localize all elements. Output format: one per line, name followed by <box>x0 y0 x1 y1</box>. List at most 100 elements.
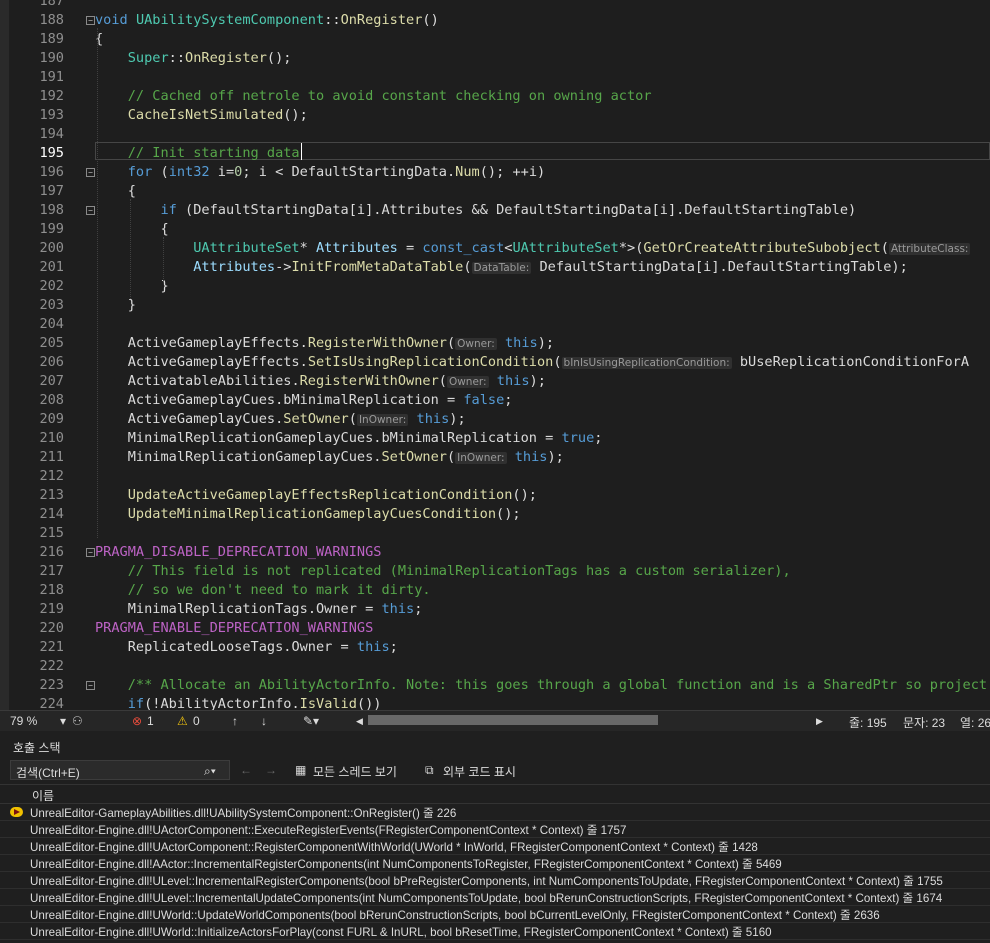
frame-label: UnrealEditor-Engine.dll!ULevel::Incremen… <box>30 892 943 905</box>
code-editor[interactable]: 187188− void UAbilitySystemComponent::OnR… <box>0 0 990 710</box>
call-stack-frame[interactable]: UnrealEditor-Engine.dll!ULevel::Incremen… <box>0 872 990 889</box>
code-line[interactable]: 206 ActiveGameplayEffects.SetIsUsingRepl… <box>0 353 990 372</box>
search-icon[interactable]: ⌕▾ <box>204 764 216 779</box>
code-line[interactable]: 214 UpdateMinimalReplicationGameplayCues… <box>0 505 990 524</box>
code-line[interactable]: 218 // so we don't need to mark it dirty… <box>0 581 990 600</box>
code-line[interactable]: 192 // Cached off netrole to avoid const… <box>0 87 990 106</box>
line-number: 211 <box>39 449 64 465</box>
code-line[interactable]: 204 <box>0 315 990 334</box>
search-input[interactable]: 검색(Ctrl+E) ⌕▾ <box>10 760 230 780</box>
warning-icon[interactable]: ⚠ <box>177 714 188 728</box>
code-line[interactable]: 195 // Init starting data <box>0 144 990 163</box>
zoom-dropdown-icon[interactable]: ▾ <box>60 714 66 728</box>
code-line[interactable]: 203 } <box>0 296 990 315</box>
line-number: 216 <box>39 544 64 560</box>
code-text: ActiveGameplayCues.bMinimalReplication =… <box>127 392 513 408</box>
editor-status-bar: 79 % ▾ ⚇ ⊗ 1 ⚠ 0 ↑ ↓ ✎▾ ◀ ▶ 줄: 195 문자: 2… <box>0 710 990 731</box>
line-number: 214 <box>39 506 64 522</box>
call-stack-panel: 호출 스택 검색(Ctrl+E) ⌕▾ ← → ▦ 모든 스레드 보기 ⧉ 외부… <box>0 731 990 943</box>
column-header[interactable]: 이름 <box>0 784 990 804</box>
code-line[interactable]: 198 − if (DefaultStartingData[i].Attribut… <box>0 201 990 220</box>
code-cleanup-icon[interactable]: ✎▾ <box>303 714 319 728</box>
line-number: 215 <box>39 525 64 541</box>
copilot-icon[interactable]: ⚇ <box>72 714 83 728</box>
code-line[interactable]: 213 UpdateActiveGameplayEffectsReplicati… <box>0 486 990 505</box>
code-line[interactable]: 188 − void UAbilitySystemComponent::OnRegi… <box>0 11 990 30</box>
code-line[interactable]: 208 ActiveGameplayCues.bMinimalReplicati… <box>0 391 990 410</box>
code-line[interactable]: 219 MinimalReplicationTags.Owner = this; <box>0 600 990 619</box>
fold-toggle-icon[interactable]: − <box>86 681 95 690</box>
line-number: 187 <box>39 0 64 9</box>
horizontal-scrollbar-thumb[interactable] <box>368 715 658 725</box>
current-frame-arrow-icon <box>10 807 23 817</box>
frame-label: UnrealEditor-Engine.dll!AActor::Incremen… <box>30 858 782 871</box>
code-line[interactable]: 191 <box>0 68 990 87</box>
show-all-threads-button[interactable]: 모든 스레드 보기 <box>313 763 397 780</box>
fold-toggle-icon[interactable]: − <box>86 168 95 177</box>
code-line[interactable]: 212 <box>0 467 990 486</box>
line-number: 203 <box>39 297 64 313</box>
code-line[interactable]: 224 if(!AbilityActorInfo.IsValid()) <box>0 695 990 710</box>
code-text: ActivatableAbilities.RegisterWithOwner(O… <box>127 373 546 389</box>
code-text: for (int32 i=0; i < DefaultStartingData.… <box>127 164 546 180</box>
code-line[interactable]: 220 PRAGMA_ENABLE_DEPRECATION_WARNINGS <box>0 619 990 638</box>
call-stack-frame[interactable]: UnrealEditor-Engine.dll!ULevel::Incremen… <box>0 889 990 906</box>
previous-issue-icon[interactable]: ↑ <box>232 714 238 728</box>
code-line[interactable]: 202 } <box>0 277 990 296</box>
next-issue-icon[interactable]: ↓ <box>261 714 267 728</box>
scroll-right-icon[interactable]: ▶ <box>816 716 823 727</box>
line-number: 196 <box>39 164 64 180</box>
line-number: 207 <box>39 373 64 389</box>
code-line[interactable]: 210 MinimalReplicationGameplayCues.bMini… <box>0 429 990 448</box>
fold-toggle-icon[interactable]: − <box>86 206 95 215</box>
code-line[interactable]: 200 UAttributeSet* Attributes = const_ca… <box>0 239 990 258</box>
fold-toggle-icon[interactable]: − <box>86 16 95 25</box>
code-line[interactable]: 207 ActivatableAbilities.RegisterWithOwn… <box>0 372 990 391</box>
code-line[interactable]: 197 { <box>0 182 990 201</box>
code-line[interactable]: 196 − for (int32 i=0; i < DefaultStarting… <box>0 163 990 182</box>
call-stack-frame[interactable]: UnrealEditor-Engine.dll!UActorComponent:… <box>0 821 990 838</box>
line-indicator[interactable]: 줄: 195 <box>849 714 887 731</box>
code-line[interactable]: 217 // This field is not replicated (Min… <box>0 562 990 581</box>
code-line[interactable]: 189{ <box>0 30 990 49</box>
fold-toggle-icon[interactable]: − <box>86 548 95 557</box>
code-line[interactable]: 211 MinimalReplicationGameplayCues.SetOw… <box>0 448 990 467</box>
call-stack-frame[interactable]: UnrealEditor-Engine.dll!AActor::Incremen… <box>0 855 990 872</box>
code-line[interactable]: 205 ActiveGameplayEffects.RegisterWithOw… <box>0 334 990 353</box>
frame-label: UnrealEditor-Engine.dll!UActorComponent:… <box>30 841 758 854</box>
back-icon[interactable]: ← <box>240 763 252 777</box>
code-line[interactable]: 216 − PRAGMA_DISABLE_DEPRECATION_WARNINGS <box>0 543 990 562</box>
code-text: CacheIsNetSimulated(); <box>127 107 308 123</box>
code-line[interactable]: 199 { <box>0 220 990 239</box>
call-stack-frame[interactable]: UnrealEditor-Engine.dll!UWorld::Initiali… <box>0 923 990 940</box>
line-number: 198 <box>39 202 64 218</box>
call-stack-frame[interactable]: UnrealEditor-Engine.dll!UWorld::UpdateWo… <box>0 906 990 923</box>
code-line[interactable]: 222 <box>0 657 990 676</box>
zoom-level[interactable]: 79 % <box>10 714 37 728</box>
code-text: PRAGMA_ENABLE_DEPRECATION_WARNINGS <box>95 620 374 636</box>
show-external-code-button[interactable]: 외부 코드 표시 <box>443 763 516 780</box>
code-text: { <box>95 221 169 237</box>
code-line[interactable]: 190 Super::OnRegister(); <box>0 49 990 68</box>
char-indicator[interactable]: 문자: 23 <box>903 714 945 731</box>
code-line[interactable]: 209 ActiveGameplayCues.SetOwner(InOwner:… <box>0 410 990 429</box>
line-number: 200 <box>39 240 64 256</box>
forward-icon[interactable]: → <box>265 763 277 777</box>
line-number: 224 <box>39 696 64 710</box>
line-number: 219 <box>39 601 64 617</box>
code-line[interactable]: 215 <box>0 524 990 543</box>
code-text: UAttributeSet* Attributes = const_cast<U… <box>193 240 971 256</box>
call-stack-frame[interactable]: UnrealEditor-GameplayAbilities.dll!UAbil… <box>0 804 990 821</box>
text-caret <box>301 143 302 160</box>
code-line[interactable]: 223 − /** Allocate an AbilityActorInfo. N… <box>0 676 990 695</box>
scroll-left-icon[interactable]: ◀ <box>356 716 363 727</box>
code-line[interactable]: 193 CacheIsNetSimulated(); <box>0 106 990 125</box>
call-stack-frame[interactable]: UnrealEditor-Engine.dll!UActorComponent:… <box>0 838 990 855</box>
col-indicator[interactable]: 열: 26 <box>960 714 990 731</box>
search-placeholder: 검색(Ctrl+E) <box>16 766 80 780</box>
code-line[interactable]: 194 <box>0 125 990 144</box>
code-line[interactable]: 187 <box>0 0 990 11</box>
error-icon[interactable]: ⊗ <box>132 714 142 728</box>
code-line[interactable]: 221 ReplicatedLooseTags.Owner = this; <box>0 638 990 657</box>
code-line[interactable]: 201 Attributes->InitFromMetaDataTable(Da… <box>0 258 990 277</box>
